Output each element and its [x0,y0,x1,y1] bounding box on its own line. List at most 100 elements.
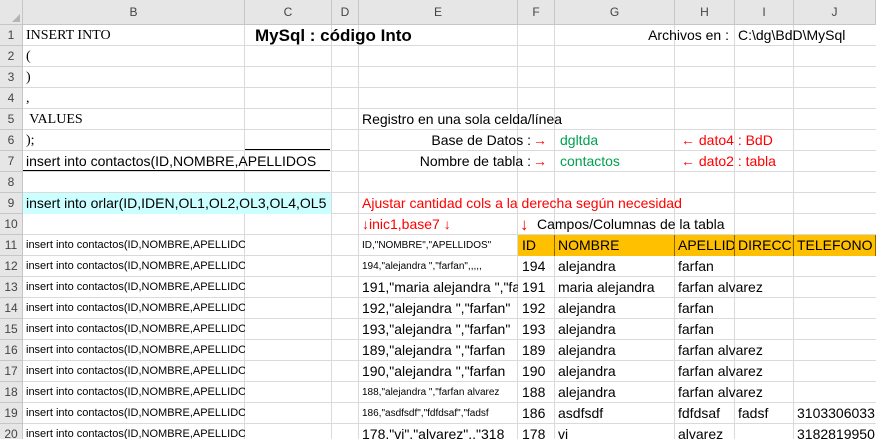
row-header-3[interactable]: 3 [0,67,23,88]
values-cell[interactable]: 189,"alejandra ","farfan [359,340,518,361]
row-header-20[interactable]: 20 [0,424,23,439]
record-telefono[interactable]: 3182819950 [794,424,876,439]
insert-statement-cell[interactable]: insert into contactos(ID,NOMBRE,APELLIDO… [23,298,245,319]
page-title[interactable]: MySql : código Into [252,25,452,46]
record-direccion[interactable]: fadsf [735,403,794,424]
record-apellidos[interactable]: farfan [675,298,735,319]
row-header-15[interactable]: 15 [0,319,23,340]
row-header-8[interactable]: 8 [0,172,23,193]
insert-contactos-cell[interactable]: insert into contactos(ID,NOMBRE,APELLIDO… [23,151,332,172]
spreadsheet-grid[interactable]: B C D E F G H I J 1 2 3 4 5 6 7 8 9 10 11 12 13 14 15 16 17 18 19 20… [0,0,876,439]
row-header-17[interactable]: 17 [0,361,23,382]
comma-cell[interactable]: , [23,88,245,109]
single-record-note[interactable]: Registro en una sola celda/línea [359,109,562,130]
insert-contactos-cell[interactable]: insert into contactos(ID,NOMBRE,APELLIDO… [23,235,245,256]
values-label[interactable]: VALUES [23,109,245,130]
values-cell[interactable]: 194,"alejandra ","farfan",,,,, [359,256,518,277]
select-all-corner[interactable] [0,0,23,25]
record-nombre[interactable]: alejandra [555,382,675,403]
column-header-i[interactable]: I [735,0,794,25]
inic-base-marker[interactable]: ↓inic1,base7 ↓ [359,214,518,235]
record-apellidos[interactable]: farfan alvarez [675,340,763,361]
values-cell[interactable]: 193,"alejandra ","farfan" [359,319,518,340]
nombre-tabla-note[interactable]: ← dato2 : tabla [678,151,776,172]
row-header-7[interactable]: 7 [0,151,23,172]
row-header-11[interactable]: 11 [0,235,23,256]
record-apellidos[interactable]: alvarez [675,424,735,439]
column-header-h[interactable]: H [675,0,735,25]
insert-statement-cell[interactable]: insert into contactos(ID,NOMBRE,APELLIDO… [23,256,245,277]
insert-into-label[interactable]: INSERT INTO [23,25,245,46]
values-cell[interactable]: 191,"maria alejandra ","farfan [359,277,518,298]
row-header-5[interactable]: 5 [0,109,23,130]
record-nombre[interactable]: alejandra [555,340,675,361]
insert-statement-cell[interactable]: insert into contactos(ID,NOMBRE,APELLIDO… [23,340,245,361]
record-id[interactable]: 191 [518,277,555,298]
nombre-tabla-arrow[interactable]: → [533,151,557,172]
values-cell[interactable]: 178,"vj","alvarez",,"318 [359,424,518,439]
insert-statement-cell[interactable]: insert into contactos(ID,NOMBRE,APELLIDO… [23,382,245,403]
record-id[interactable]: 194 [518,256,555,277]
record-id[interactable]: 192 [518,298,555,319]
record-apellidos[interactable]: farfan [675,256,735,277]
record-id[interactable]: 190 [518,361,555,382]
row-header-14[interactable]: 14 [0,298,23,319]
row-header-2[interactable]: 2 [0,46,23,67]
insert-statement-cell[interactable]: insert into contactos(ID,NOMBRE,APELLIDO… [23,319,245,340]
nombre-tabla-label[interactable]: Nombre de tabla : [358,151,533,172]
base-datos-label[interactable]: Base de Datos : [358,130,533,151]
record-telefono[interactable]: 3103306033 [794,403,876,424]
row-header-9[interactable]: 9 [0,193,23,214]
record-nombre[interactable]: alejandra [555,361,675,382]
record-apellidos[interactable]: farfan alvarez [675,361,763,382]
row-header-4[interactable]: 4 [0,88,23,109]
adjust-cols-note[interactable]: Ajustar cantidad cols a la derecha según… [359,193,682,214]
column-header-j[interactable]: J [794,0,876,25]
base-datos-value[interactable]: dgltda [557,130,677,151]
record-apellidos[interactable]: farfan alvarez [675,382,763,403]
record-id[interactable]: 193 [518,319,555,340]
archivos-path[interactable]: C:\dg\BdD\MySql [735,25,845,46]
row-header-19[interactable]: 19 [0,403,23,424]
values-cell[interactable]: 188,"alejandra ","farfan alvarez [359,382,518,403]
base-datos-arrow[interactable]: → [533,130,557,151]
record-id[interactable]: 189 [518,340,555,361]
record-id[interactable]: 188 [518,382,555,403]
column-header-b[interactable]: B [23,0,245,25]
header-apellidos[interactable]: APELLIDOS [675,235,735,256]
close-statement-cell[interactable]: ); [23,130,245,151]
record-nombre[interactable]: vj [555,424,675,439]
record-nombre[interactable]: asdfsdf [555,403,675,424]
insert-statement-cell[interactable]: insert into contactos(ID,NOMBRE,APELLIDO… [23,361,245,382]
row-header-18[interactable]: 18 [0,382,23,403]
column-header-c[interactable]: C [245,0,332,25]
row-header-12[interactable]: 12 [0,256,23,277]
record-nombre[interactable]: alejandra [555,319,675,340]
insert-statement-cell[interactable]: insert into contactos(ID,NOMBRE,APELLIDO… [23,277,245,298]
row-header-10[interactable]: 10 [0,214,23,235]
values-cell[interactable]: 190,"alejandra ","farfan [359,361,518,382]
record-apellidos[interactable]: farfan [675,319,735,340]
nombre-tabla-value[interactable]: contactos [557,151,677,172]
header-id[interactable]: ID [518,235,555,256]
campos-label[interactable]: Campos/Columnas de la tabla [534,214,754,235]
record-apellidos[interactable]: fdfdsaf [675,403,735,424]
row-header-6[interactable]: 6 [0,130,23,151]
column-header-f[interactable]: F [518,0,555,25]
insert-statement-cell[interactable]: insert into contactos(ID,NOMBRE,APELLIDO… [23,424,245,439]
header-nombre[interactable]: NOMBRE [555,235,675,256]
archivos-label[interactable]: Archivos en : [600,25,731,46]
base-datos-note[interactable]: ← dato4 : BdD [678,130,773,151]
record-nombre[interactable]: alejandra [555,298,675,319]
column-header-e[interactable]: E [359,0,518,25]
fields-list-cell[interactable]: ID,"NOMBRE","APELLIDOS" [359,235,518,256]
values-cell[interactable]: 192,"alejandra ","farfan" [359,298,518,319]
row-header-16[interactable]: 16 [0,340,23,361]
column-header-g[interactable]: G [555,0,675,25]
column-header-d[interactable]: D [332,0,359,25]
row-header-13[interactable]: 13 [0,277,23,298]
header-telefono[interactable]: TELEFONO [794,235,876,256]
header-direccion[interactable]: DIRECCION [735,235,794,256]
values-cell[interactable]: 186,"asdfsdf","fdfdsaf","fadsf [359,403,518,424]
close-paren-cell[interactable]: ) [23,67,245,88]
